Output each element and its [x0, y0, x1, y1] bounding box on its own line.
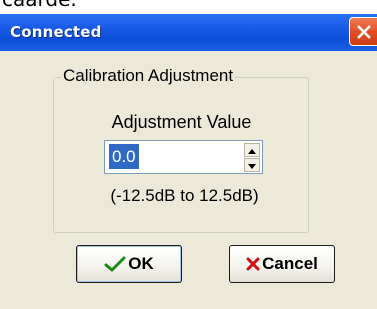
- checkmark-icon: [104, 256, 126, 272]
- ok-button[interactable]: OK: [76, 245, 182, 283]
- ok-label: OK: [128, 254, 154, 273]
- partial-background-text: caarde.: [0, 0, 377, 14]
- adjustment-value-label: Adjustment Value: [111, 112, 252, 132]
- groupbox-label: Calibration Adjustment: [61, 66, 236, 86]
- partial-text: caarde.: [2, 0, 77, 11]
- adjustment-spinbox[interactable]: 0.0: [104, 140, 263, 174]
- spin-up-button[interactable]: [244, 143, 260, 157]
- connected-dialog: Connected Calibration Adjustment Adjustm…: [0, 14, 377, 309]
- spin-down-button[interactable]: [244, 158, 260, 172]
- title-bar[interactable]: Connected: [0, 14, 377, 51]
- cancel-button[interactable]: Cancel: [229, 245, 335, 283]
- range-hint: (-12.5dB to 12.5dB): [110, 186, 259, 205]
- x-mark-icon: [246, 257, 260, 271]
- cancel-label: Cancel: [262, 254, 318, 273]
- adjustment-value-input[interactable]: 0.0: [109, 144, 139, 169]
- close-button[interactable]: [349, 17, 377, 46]
- arrow-down-icon: [248, 156, 256, 174]
- dialog-title: Connected: [10, 23, 102, 41]
- close-x-icon: [356, 24, 372, 40]
